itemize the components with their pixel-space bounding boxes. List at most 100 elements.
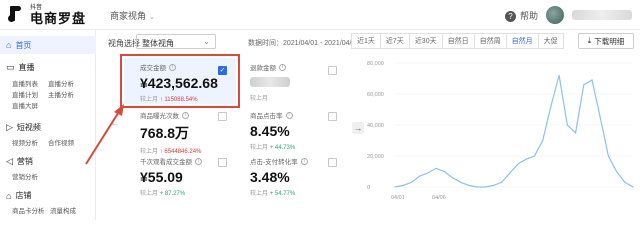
series-point bbox=[468, 184, 470, 187]
sidebar-item-traffic[interactable]: 流量构成 bbox=[50, 205, 76, 215]
metric-title: 商品曝光次数 bbox=[140, 113, 179, 120]
metric-title: 成交金额 bbox=[140, 65, 166, 72]
y-tick-label: 0 bbox=[367, 185, 370, 191]
series-point bbox=[632, 186, 634, 188]
metric-card-conversion[interactable]: 点击-支付转化率 i 3.48% 较上月 + 54.77% bbox=[250, 156, 308, 197]
info-icon[interactable]: i bbox=[279, 63, 286, 71]
tab-range-week[interactable]: 自然周 bbox=[473, 33, 507, 49]
metric-compare-value: + 87.27% bbox=[159, 191, 186, 197]
metric-compare-value: ↑ 115088.54% bbox=[159, 97, 198, 103]
series-point bbox=[615, 170, 618, 173]
tab-range-7d[interactable]: 近7天 bbox=[379, 33, 410, 49]
series-point bbox=[427, 172, 429, 174]
question-icon: ? bbox=[504, 10, 516, 22]
series-point bbox=[583, 84, 585, 86]
sidebar-item-home[interactable]: ⌂ 首页 bbox=[0, 36, 96, 54]
sidebar-item-product-card[interactable]: 商品卡分析 bbox=[12, 205, 45, 215]
metric-compare-label: 较上月 bbox=[140, 97, 159, 103]
y-tick-label: 40,000 bbox=[367, 123, 384, 129]
series-point bbox=[550, 105, 552, 107]
series-point bbox=[484, 186, 486, 188]
metric-checkbox-conversion[interactable] bbox=[328, 158, 337, 167]
metric-checkbox-refund[interactable] bbox=[328, 66, 337, 75]
download-button[interactable]: ⤓ 下载明细 bbox=[578, 33, 634, 49]
sidebar-item-video-analysis[interactable]: 视频分析 bbox=[12, 137, 38, 147]
series-point bbox=[410, 181, 413, 183]
tab-range-30d[interactable]: 近30天 bbox=[408, 33, 443, 49]
next-arrow-button[interactable]: → bbox=[352, 122, 364, 134]
series-point bbox=[574, 132, 577, 134]
series-point bbox=[517, 163, 519, 165]
help-label: 帮助 bbox=[519, 10, 538, 21]
sidebar-item-live-screen[interactable]: 直播大屏 bbox=[12, 100, 38, 110]
sidebar-section-label: 直播 bbox=[18, 63, 35, 72]
series-point bbox=[443, 170, 445, 173]
live-icon: ▭ bbox=[6, 62, 15, 72]
series-point bbox=[624, 181, 626, 183]
help-link[interactable]: ? 帮助 bbox=[504, 9, 538, 22]
info-icon[interactable]: i bbox=[285, 111, 293, 119]
avatar[interactable] bbox=[546, 6, 564, 24]
sidebar-section-label: 营销 bbox=[16, 157, 33, 166]
metric-compare-label: 较上月 bbox=[250, 191, 269, 197]
tab-range-promo[interactable]: 大促 bbox=[537, 33, 564, 49]
series-point bbox=[476, 186, 478, 188]
info-icon[interactable]: i bbox=[300, 157, 308, 165]
view-select[interactable]: 整体视角 ⌄ bbox=[136, 34, 216, 49]
metric-value: ¥55.09 bbox=[140, 169, 183, 185]
metric-checkbox-gmv[interactable]: ✓ bbox=[218, 66, 227, 75]
metric-compare-value: + 44.73% bbox=[269, 145, 296, 151]
series-point bbox=[435, 167, 437, 169]
top-bar: 抖音 电商罗盘 商家视角 ⌄ ? 帮助 bbox=[0, 0, 640, 30]
annotation-arrow bbox=[85, 104, 124, 165]
metric-title: 千次观看成交金额 bbox=[140, 159, 192, 166]
metric-compare-label: 较上月 bbox=[140, 149, 159, 155]
series-point bbox=[599, 116, 601, 118]
metric-compare-value: + 54.77% bbox=[269, 191, 296, 197]
shop-view-selector[interactable]: 商家视角 ⌄ bbox=[110, 9, 155, 22]
tab-range-1d[interactable]: 近1天 bbox=[351, 33, 381, 49]
metric-checkbox-exposure[interactable] bbox=[218, 112, 227, 121]
metric-checkbox-gpm[interactable] bbox=[218, 158, 227, 167]
metric-card-exposure[interactable]: 商品曝光次数 i 768.8万 较上月 ↑ 6544846.24% bbox=[140, 110, 201, 155]
view-select-value: 整体视角 bbox=[142, 39, 174, 48]
metric-card-gpm[interactable]: 千次观看成交金额 i ¥55.09 较上月 + 87.27% bbox=[140, 156, 202, 197]
sidebar-item-live-list[interactable]: 直播列表 bbox=[12, 78, 38, 88]
metric-checkbox-ctr[interactable] bbox=[328, 112, 337, 121]
series-point bbox=[460, 181, 462, 183]
sidebar-item-live-analysis[interactable]: 直播分析 bbox=[48, 78, 74, 88]
app-logo[interactable]: 抖音 电商罗盘 bbox=[8, 5, 86, 25]
tab-range-month[interactable]: 自然月 bbox=[505, 33, 539, 49]
metric-card-refund[interactable]: 退款金额 i 较上月 bbox=[250, 62, 290, 102]
metric-card-gmv[interactable]: 成交金额 i ¥423,562.68 较上月 ↑ 115088.54% bbox=[140, 62, 218, 103]
series-point bbox=[533, 155, 536, 157]
sidebar-section-live: ▭ 直播 bbox=[6, 62, 35, 73]
tiktok-logo-icon bbox=[8, 6, 24, 24]
y-tick-label: 80,000 bbox=[367, 61, 384, 67]
sidebar-section-store: ⌂ 店铺 bbox=[6, 190, 31, 201]
store-icon: ⌂ bbox=[6, 190, 12, 201]
info-icon[interactable]: i bbox=[169, 63, 176, 71]
series-point bbox=[451, 177, 454, 179]
series-point bbox=[394, 186, 396, 188]
sidebar-item-coop-video[interactable]: 合作视频 bbox=[48, 137, 74, 147]
metric-title: 点击-支付转化率 bbox=[250, 159, 298, 166]
download-icon: ⤓ bbox=[587, 36, 592, 45]
info-icon[interactable]: i bbox=[182, 111, 189, 119]
series-point bbox=[607, 155, 609, 157]
sidebar-item-live-plan[interactable]: 直播计划 bbox=[12, 89, 38, 99]
sidebar-item-anchor-analysis[interactable]: 主播分析 bbox=[48, 89, 74, 99]
download-label: 下载明细 bbox=[594, 36, 625, 46]
info-icon[interactable]: i bbox=[195, 157, 202, 165]
sidebar-item-marketing-analysis[interactable]: 营销分析 bbox=[12, 171, 38, 181]
username-blurred[interactable] bbox=[572, 10, 632, 20]
series-point bbox=[501, 181, 503, 183]
metric-card-ctr[interactable]: 商品点击率 i 8.45% 较上月 + 44.73% bbox=[250, 110, 295, 151]
tab-range-day[interactable]: 自然日 bbox=[441, 33, 475, 49]
chevron-down-icon: ⌄ bbox=[203, 37, 210, 46]
metric-compare-value: ↑ 6544846.24% bbox=[159, 149, 202, 155]
metric-value: ¥423,562.68 bbox=[140, 75, 218, 91]
shop-view-label: 商家视角 bbox=[110, 11, 147, 21]
series-point bbox=[558, 74, 560, 76]
y-tick-label: 60,000 bbox=[367, 92, 384, 98]
